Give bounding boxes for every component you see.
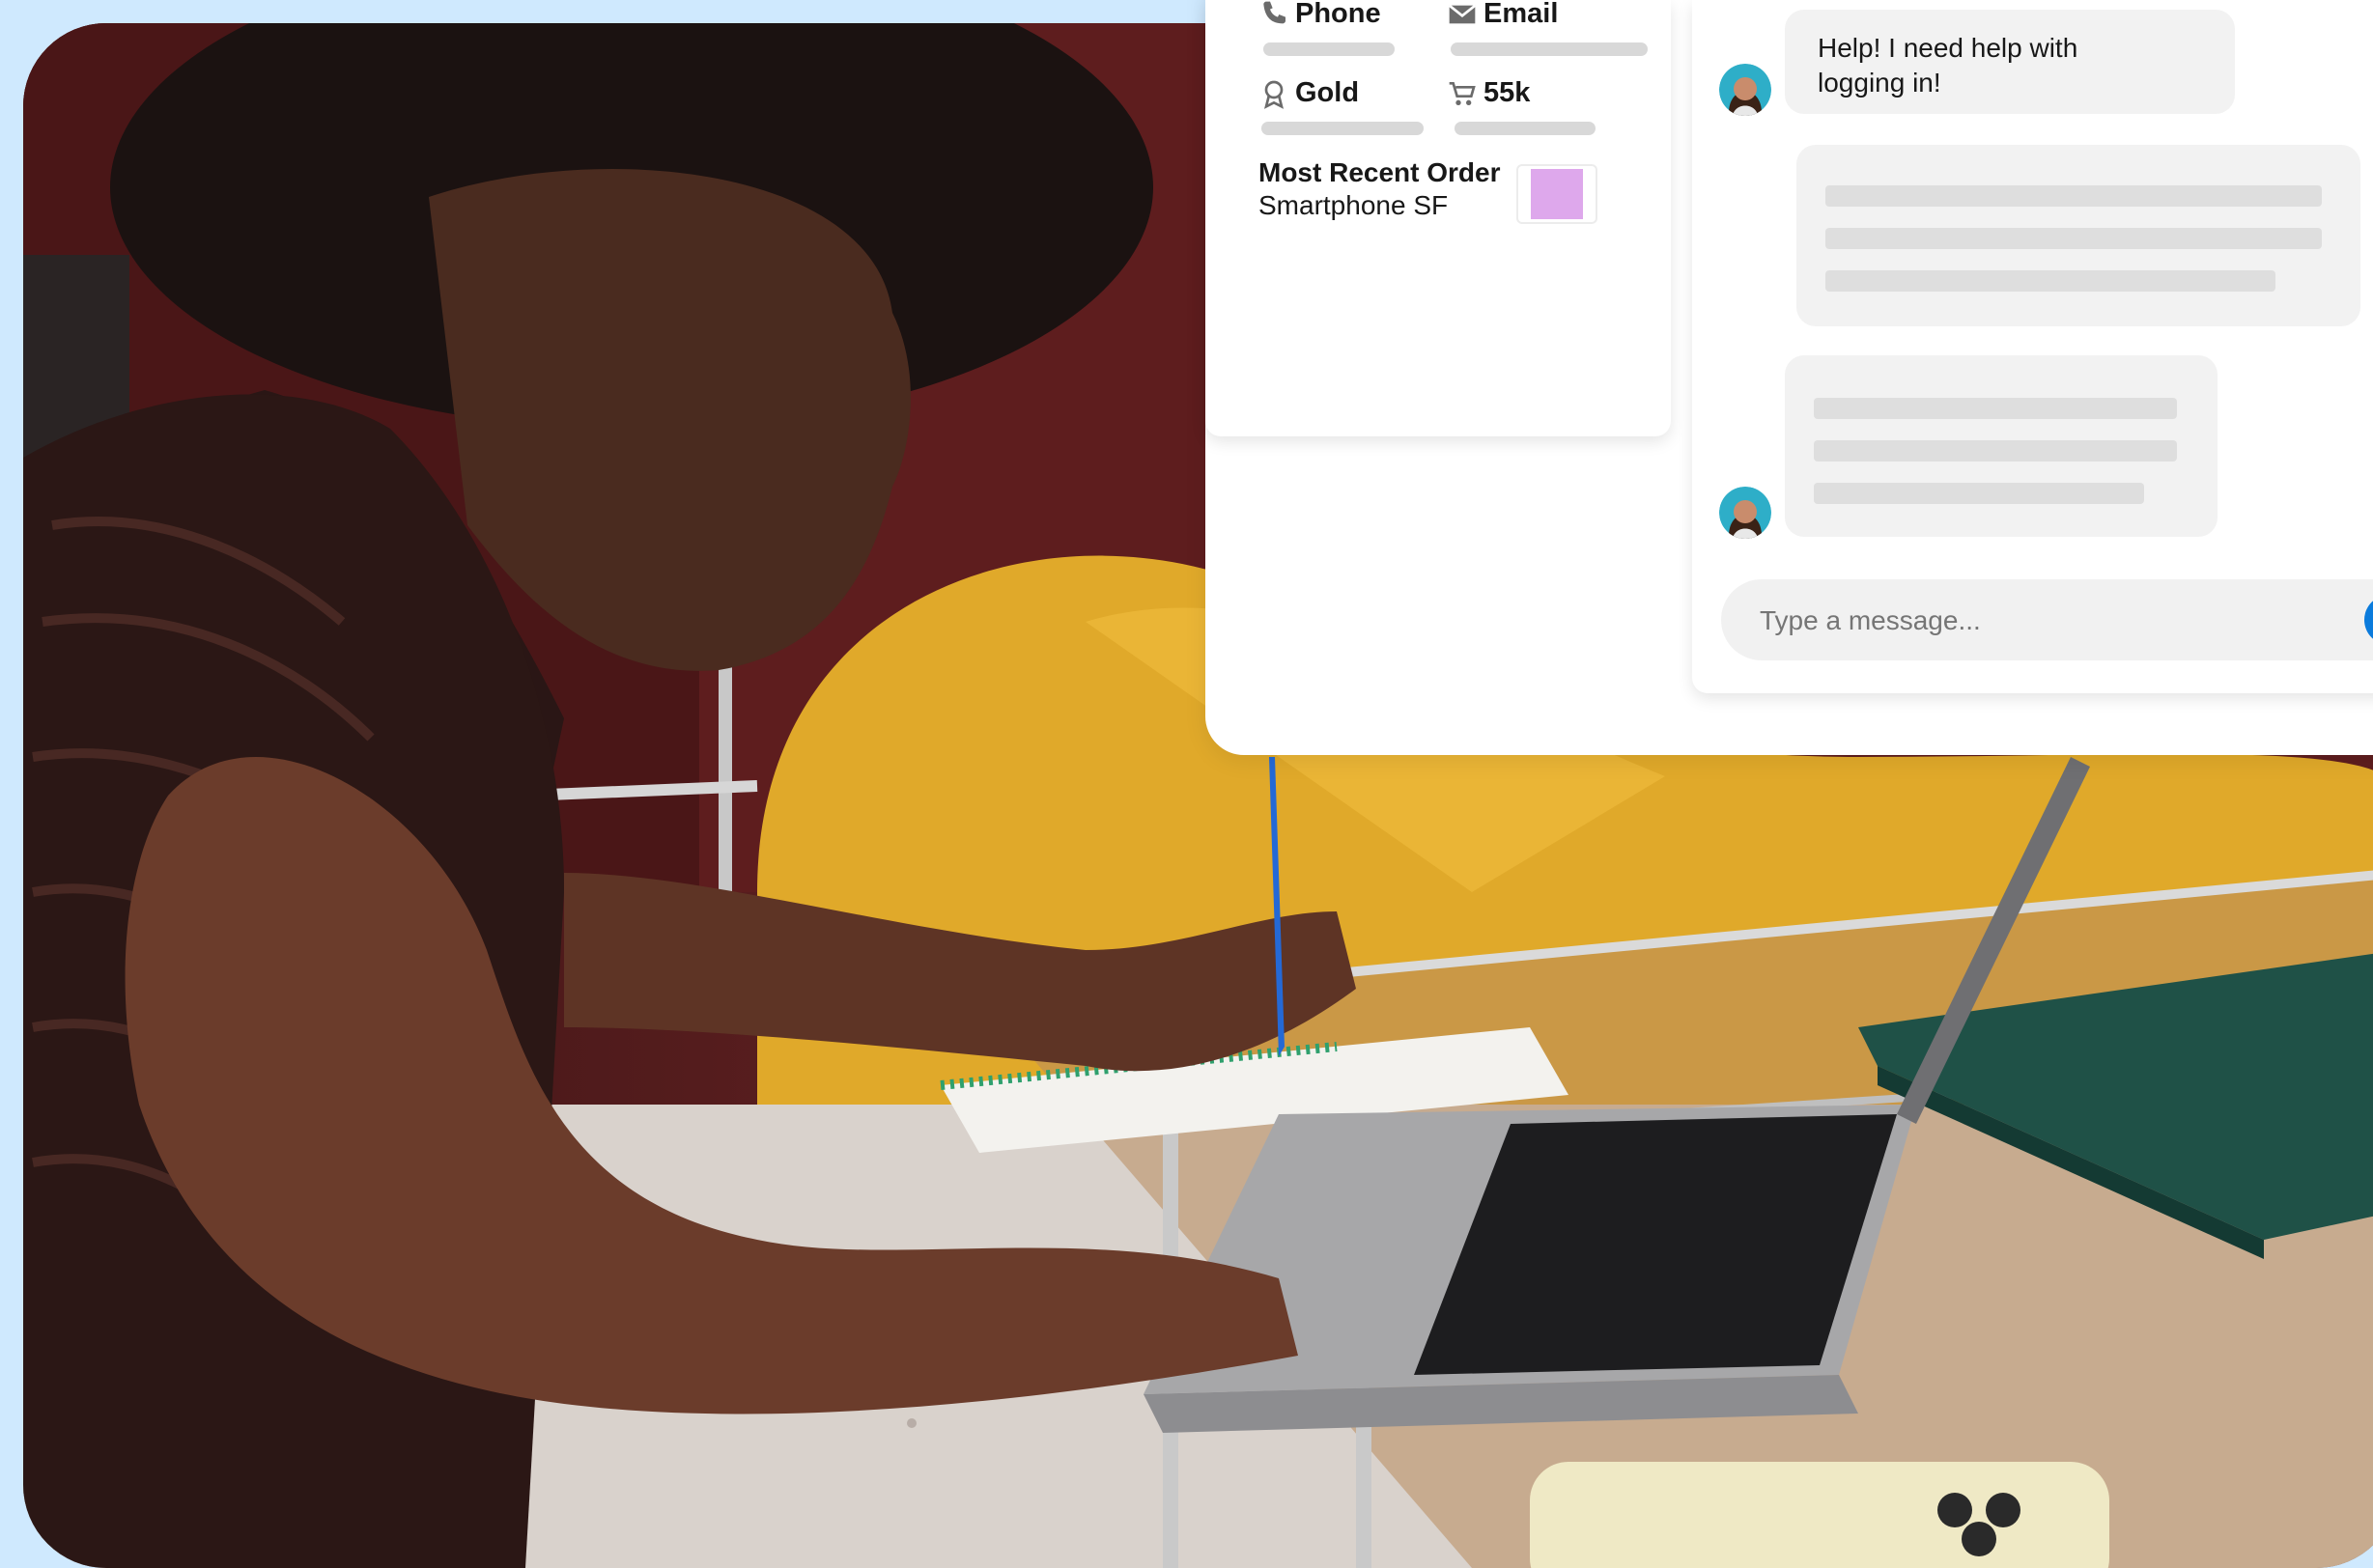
phone-value-placeholder: [1263, 42, 1395, 56]
tier-field[interactable]: Gold: [1258, 77, 1359, 109]
value-field[interactable]: 55k: [1447, 77, 1530, 109]
avatar-image: [1719, 487, 1771, 539]
avatar-image: [1719, 64, 1771, 116]
phone-label: Phone: [1295, 0, 1381, 29]
tier-label: Gold: [1295, 77, 1360, 108]
email-field[interactable]: Email: [1447, 0, 1558, 30]
order-thumbnail[interactable]: [1516, 164, 1597, 224]
skeleton-line: [1825, 270, 2275, 292]
skeleton-line: [1825, 185, 2322, 207]
recent-order-title: Most Recent Order: [1258, 157, 1501, 187]
phone-icon: [1263, 1, 1285, 23]
email-value-placeholder: [1451, 42, 1648, 56]
envelope-icon: [1448, 4, 1477, 23]
skeleton-line: [1814, 440, 2177, 462]
email-label: Email: [1483, 0, 1559, 29]
recent-order-item[interactable]: Smartphone SF: [1258, 190, 1448, 221]
shopping-cart-icon: [1449, 81, 1476, 105]
tier-value-placeholder: [1261, 122, 1424, 135]
skeleton-line: [1814, 483, 2144, 504]
customer-message-text: Help! I need help with logging in!: [1818, 33, 2078, 98]
value-value-placeholder: [1455, 122, 1596, 135]
skeleton-line: [1825, 228, 2322, 249]
message-input[interactable]: [1758, 604, 2302, 637]
order-color-swatch: [1531, 169, 1583, 219]
customer-avatar: [1719, 487, 1771, 539]
phone-field[interactable]: Phone: [1258, 0, 1381, 30]
value-label: 55k: [1483, 77, 1531, 108]
customer-avatar: [1719, 64, 1771, 116]
skeleton-line: [1814, 398, 2177, 419]
award-ribbon-icon: [1264, 80, 1284, 109]
